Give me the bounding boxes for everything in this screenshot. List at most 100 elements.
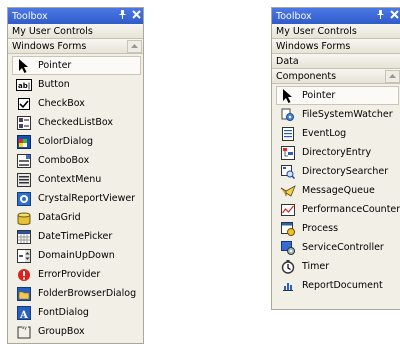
folderbrowserdialog-icon <box>16 286 32 302</box>
toolbox-item-label: CheckBox <box>38 98 85 109</box>
chevron-up-icon <box>389 74 396 78</box>
tab-label: Windows Forms <box>12 40 87 52</box>
scroll-up-button[interactable] <box>127 39 142 53</box>
svg-text:ab|: ab| <box>18 82 30 91</box>
toolbox-item-eventlog[interactable]: EventLog <box>272 124 400 143</box>
toolbox-item-label: GroupBox <box>38 326 85 337</box>
toolbox-panel-left: Toolbox My User Controls Windows Forms P… <box>7 7 144 344</box>
toolbox-item-button[interactable]: ab| Button <box>8 75 143 94</box>
toolbox-item-domainupdown[interactable]: DomainUpDown <box>8 246 143 265</box>
tab-windows-forms[interactable]: Windows Forms <box>8 39 143 54</box>
toolbox-item-label: ServiceController <box>302 242 384 253</box>
toolbox-item-label: FileSystemWatcher <box>302 109 393 120</box>
tab-components[interactable]: Components <box>272 69 400 84</box>
domainupdown-icon <box>16 248 32 264</box>
toolbox-item-combobox[interactable]: ComboBox <box>8 151 143 170</box>
close-icon[interactable] <box>387 10 400 22</box>
fontdialog-icon: A <box>16 305 32 321</box>
toolbox-item-label: ContextMenu <box>38 174 102 185</box>
toolbox-title: Toolbox <box>12 10 48 22</box>
checkbox-icon <box>16 96 32 112</box>
toolbox-item-label: CrystalReportViewer <box>38 193 136 204</box>
toolbox-titlebar[interactable]: Toolbox <box>8 8 143 24</box>
toolbox-item-label: FolderBrowserDialog <box>38 288 137 299</box>
toolbox-item-label: DirectoryEntry <box>302 147 372 158</box>
checkedlistbox-icon <box>16 115 32 131</box>
tab-my-user-controls[interactable]: My User Controls <box>8 24 143 39</box>
toolbox-item-label: Process <box>302 223 339 234</box>
tab-windows-forms[interactable]: Windows Forms <box>272 39 400 54</box>
svg-text:A: A <box>19 310 28 320</box>
toolbox-item-crystalreportviewer[interactable]: CrystalReportViewer <box>8 189 143 208</box>
toolbox-item-datagrid[interactable]: DataGrid <box>8 208 143 227</box>
groupbox-icon: xy <box>16 324 32 340</box>
toolbox-item-checkbox[interactable]: CheckBox <box>8 94 143 113</box>
toolbox-item-label: DataGrid <box>38 212 81 223</box>
toolbox-item-groupbox[interactable]: xy GroupBox <box>8 322 143 341</box>
toolbox-item-directorysearcher[interactable]: DirectorySearcher <box>272 162 400 181</box>
toolbox-item-label: DirectorySearcher <box>302 166 389 177</box>
toolbox-item-label: ErrorProvider <box>38 269 101 280</box>
pin-icon[interactable] <box>115 10 129 22</box>
toolbox-item-label: FontDialog <box>38 307 89 318</box>
toolbox-item-label: Pointer <box>302 90 336 101</box>
toolbox-item-label: DateTimePicker <box>38 231 113 242</box>
servicecontroller-icon <box>280 240 296 256</box>
toolbox-item-label: EventLog <box>302 128 347 139</box>
combobox-icon <box>16 153 32 169</box>
toolbox-item-performancecounter[interactable]: PerformanceCounter <box>272 200 400 219</box>
toolbox-titlebar[interactable]: Toolbox <box>272 8 400 24</box>
scroll-up-button[interactable] <box>385 69 400 83</box>
toolbox-item-fontdialog[interactable]: A FontDialog <box>8 303 143 322</box>
svg-text:xy: xy <box>22 325 27 330</box>
performancecounter-icon <box>280 202 296 218</box>
toolbox-item-checkedlistbox[interactable]: CheckedListBox <box>8 113 143 132</box>
toolbox-item-errorprovider[interactable]: ErrorProvider <box>8 265 143 284</box>
toolbox-item-folderbrowserdialog[interactable]: FolderBrowserDialog <box>8 284 143 303</box>
toolbox-item-label: Timer <box>302 261 330 272</box>
toolbox-item-contextmenu[interactable]: ContextMenu <box>8 170 143 189</box>
toolbox-item-servicecontroller[interactable]: ServiceController <box>272 238 400 257</box>
toolbox-item-timer[interactable]: Timer <box>272 257 400 276</box>
tab-label: My User Controls <box>12 25 93 37</box>
toolbox-item-pointer[interactable]: Pointer <box>276 86 399 105</box>
toolbox-item-messagequeue[interactable]: MessageQueue <box>272 181 400 200</box>
pointer-icon <box>16 58 32 74</box>
toolbox-item-label: ComboBox <box>38 155 90 166</box>
filesystemwatcher-icon <box>280 107 296 123</box>
tab-label: Components <box>276 70 337 82</box>
toolbox-item-label: ColorDialog <box>38 136 94 147</box>
toolbox-item-label: CheckedListBox <box>38 117 114 128</box>
toolbox-item-process[interactable]: Process <box>272 219 400 238</box>
tab-label: My User Controls <box>276 25 357 37</box>
toolbox-item-list: Pointer ab| Button CheckBox CheckedListB… <box>8 54 143 341</box>
toolbox-item-colordialog[interactable]: ColorDialog <box>8 132 143 151</box>
toolbox-item-label: Button <box>38 79 70 90</box>
tab-label: Data <box>276 55 299 67</box>
toolbox-item-pointer[interactable]: Pointer <box>12 56 141 75</box>
toolbox-item-list: Pointer FileSystemWatcher EventLog Direc… <box>272 84 400 295</box>
colordialog-icon <box>16 134 32 150</box>
eventlog-icon <box>280 126 296 142</box>
toolbox-item-label: ReportDocument <box>302 280 383 291</box>
button-icon: ab| <box>16 77 32 93</box>
toolbox-item-datetimepicker[interactable]: DateTimePicker <box>8 227 143 246</box>
pin-icon[interactable] <box>373 10 387 22</box>
pointer-icon <box>280 88 296 104</box>
datagrid-icon <box>16 210 32 226</box>
directoryentry-icon <box>280 145 296 161</box>
tab-data[interactable]: Data <box>272 54 400 69</box>
close-icon[interactable] <box>129 10 143 22</box>
toolbox-item-reportdocument[interactable]: ReportDocument <box>272 276 400 295</box>
tab-my-user-controls[interactable]: My User Controls <box>272 24 400 39</box>
crystalreportviewer-icon <box>16 191 32 207</box>
errorprovider-icon <box>16 267 32 283</box>
messagequeue-icon <box>280 183 296 199</box>
toolbox-item-filesystemwatcher[interactable]: FileSystemWatcher <box>272 105 400 124</box>
chevron-up-icon <box>131 44 138 48</box>
toolbox-item-label: DomainUpDown <box>38 250 115 261</box>
toolbox-item-directoryentry[interactable]: DirectoryEntry <box>272 143 400 162</box>
datetimepicker-icon <box>16 229 32 245</box>
contextmenu-icon <box>16 172 32 188</box>
toolbox-item-label: Pointer <box>38 60 72 71</box>
